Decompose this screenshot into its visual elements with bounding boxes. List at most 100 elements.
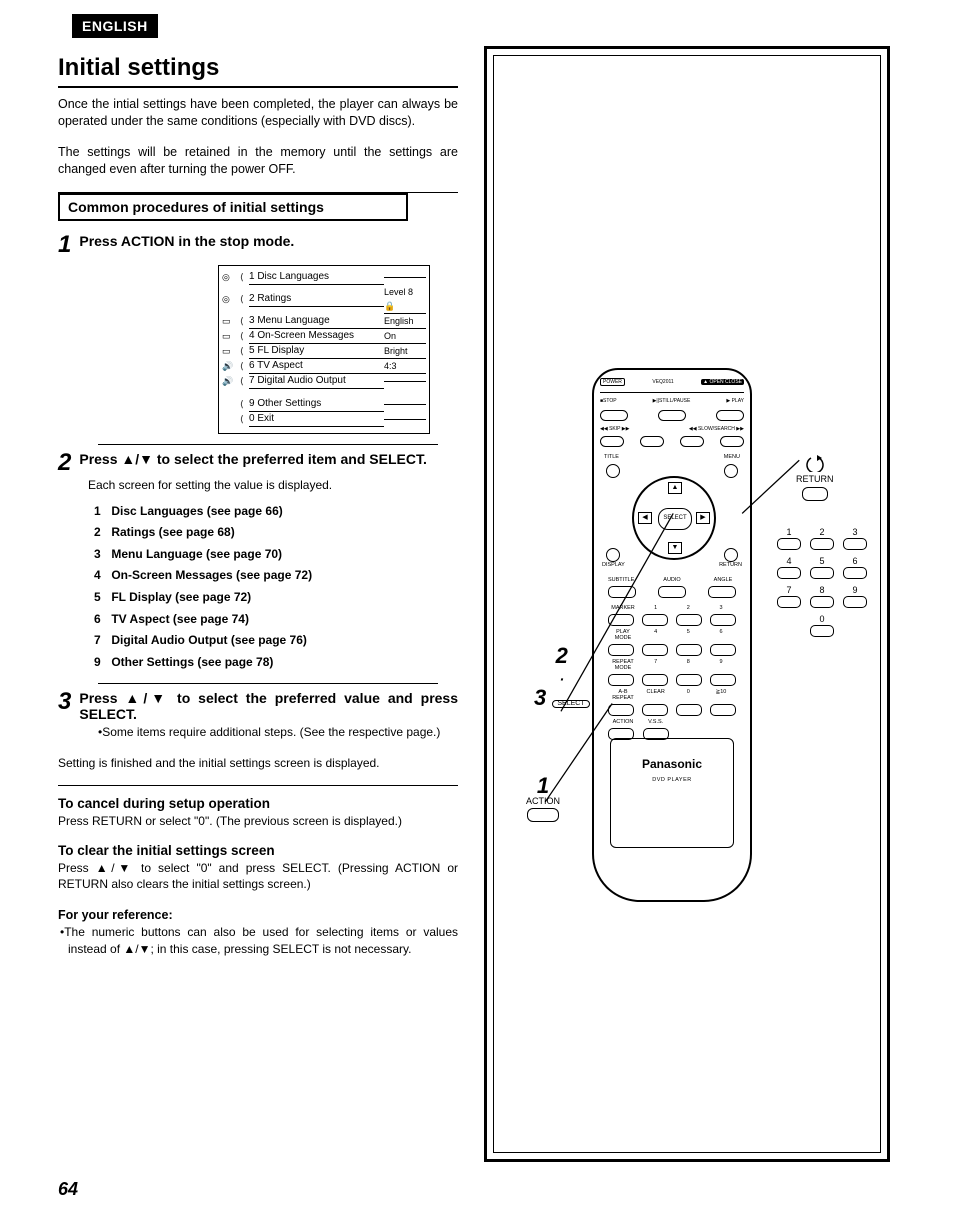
key-label: REPEAT MODE [608,659,638,671]
osd-icon: ▭ [222,329,240,343]
numpad-key[interactable]: 5 [809,556,835,579]
step-3-note: •Some items require additional steps. (S… [98,724,458,740]
mode-label: AUDIO [659,577,685,583]
key-button[interactable] [710,674,736,686]
key-button[interactable] [608,674,634,686]
menu-label: MENU [724,454,740,460]
key-button[interactable] [642,644,668,656]
mode-button[interactable] [708,586,736,598]
list-item: 2 Ratings (see page 68) [94,522,458,544]
numpad-key[interactable]: 1 [776,527,802,550]
osd-value: Level 8 🔒 [384,285,426,314]
nav-ring: ▲ ▼ ◀ ▶ SELECT [632,476,716,560]
step-1-text: Press ACTION in the stop mode. [79,233,458,257]
numpad-key[interactable]: 6 [842,556,868,579]
intro-paragraph-2: The settings will be retained in the mem… [58,144,458,178]
key-button[interactable] [608,704,634,716]
callout-return-button-icon [802,487,828,501]
search-fwd-button[interactable] [720,436,744,447]
osd-row: ◎ ⟨ 2 Ratings Level 8 🔒 [219,285,429,314]
remote-panel: POWER VEQ2011 ▲ OPEN CLOSE ■STOP▶||STILL… [484,46,890,1162]
page-number: 64 [58,1179,78,1200]
key-button[interactable] [642,674,668,686]
key-label: 2 [673,605,703,611]
key-label: 7 [641,659,671,671]
side-numpad: 123 456 7890 [776,521,868,643]
osd-row: ▭ ⟨ 4 On-Screen Messages On [219,329,429,344]
osd-icon: 🔊 [222,359,240,373]
step-2-list: 1 Disc Languages (see page 66)2 Ratings … [94,501,458,674]
right-column: POWER VEQ2011 ▲ OPEN CLOSE ■STOP▶||STILL… [484,46,890,1162]
numpad-key[interactable]: 4 [776,556,802,579]
display-button[interactable] [606,548,620,562]
osd-row: ◎ ⟨ 1 Disc Languages [219,270,429,285]
osd-value: On [384,329,426,344]
open-close-button[interactable]: ▲ OPEN CLOSE [701,379,744,385]
list-item: 9 Other Settings (see page 78) [94,652,458,674]
key-button[interactable] [608,644,634,656]
left-button[interactable]: ◀ [638,512,652,524]
skip-next-button[interactable] [640,436,664,447]
key-label: 0 [673,689,703,701]
skip-prev-button[interactable] [600,436,624,447]
power-button[interactable]: POWER [600,378,625,386]
return-button[interactable] [724,548,738,562]
mode-button[interactable] [658,586,686,598]
numpad-key[interactable]: 3 [842,527,868,550]
down-button[interactable]: ▼ [668,542,682,554]
key-button[interactable] [710,704,736,716]
key-label: ≧10 [706,689,736,701]
menu-button[interactable] [724,464,738,478]
page-title: Initial settings [58,54,458,88]
numpad-key[interactable]: 8 [809,585,835,608]
callout-action-button-icon [527,808,559,822]
callout-1: 1 ACTION [526,776,560,822]
step-2-subtext: Each screen for setting the value is dis… [88,477,458,493]
title-label: TITLE [604,454,619,460]
key-label: A-B REPEAT [608,689,638,701]
step-3-number: 3 [58,690,71,722]
callout-return: RETURN [796,452,834,501]
key-button[interactable] [608,614,634,626]
osd-label: 0 Exit [249,412,384,427]
key-label: 4 [641,629,671,641]
play-button[interactable] [716,410,744,421]
key-button[interactable] [676,644,702,656]
osd-icon: ◎ [222,270,240,284]
brand-panel: Panasonic DVD PLAYER [610,738,734,848]
clear-text: Press ▲/▼ to select "0" and press SELECT… [58,860,458,892]
mode-button[interactable] [608,586,636,598]
reference-heading: For your reference: [58,908,458,922]
key-button[interactable] [676,704,702,716]
osd-label: 2 Ratings [249,292,384,307]
key-label [706,719,736,725]
pause-button[interactable] [658,410,686,421]
numpad-key[interactable]: 7 [776,585,802,608]
numpad-key[interactable]: 2 [809,527,835,550]
up-button[interactable]: ▲ [668,482,682,494]
numpad-key[interactable]: 0 [809,614,835,637]
left-column: Initial settings Once the intial setting… [58,46,458,1162]
stop-button[interactable] [600,410,628,421]
step-2: 2 Press ▲/▼ to select the preferred item… [58,451,458,475]
key-button[interactable] [710,614,736,626]
osd-value: English [384,314,426,329]
numpad-key[interactable]: 9 [842,585,868,608]
osd-icon: ▭ [222,344,240,358]
key-label: PLAY MODE [608,629,638,641]
select-button[interactable]: SELECT [658,508,692,530]
osd-label: 6 TV Aspect [249,359,384,374]
search-rev-button[interactable] [680,436,704,447]
key-button[interactable] [710,644,736,656]
reference-text: •The numeric buttons can also be used fo… [68,924,458,956]
key-button[interactable] [642,614,668,626]
key-button[interactable] [676,614,702,626]
list-item: 4 On-Screen Messages (see page 72) [94,565,458,587]
osd-icon: ◎ [222,292,240,306]
title-button[interactable] [606,464,620,478]
right-button[interactable]: ▶ [696,512,710,524]
list-item: 7 Digital Audio Output (see page 76) [94,630,458,652]
key-button[interactable] [676,674,702,686]
key-label [673,719,703,725]
key-button[interactable] [642,704,668,716]
